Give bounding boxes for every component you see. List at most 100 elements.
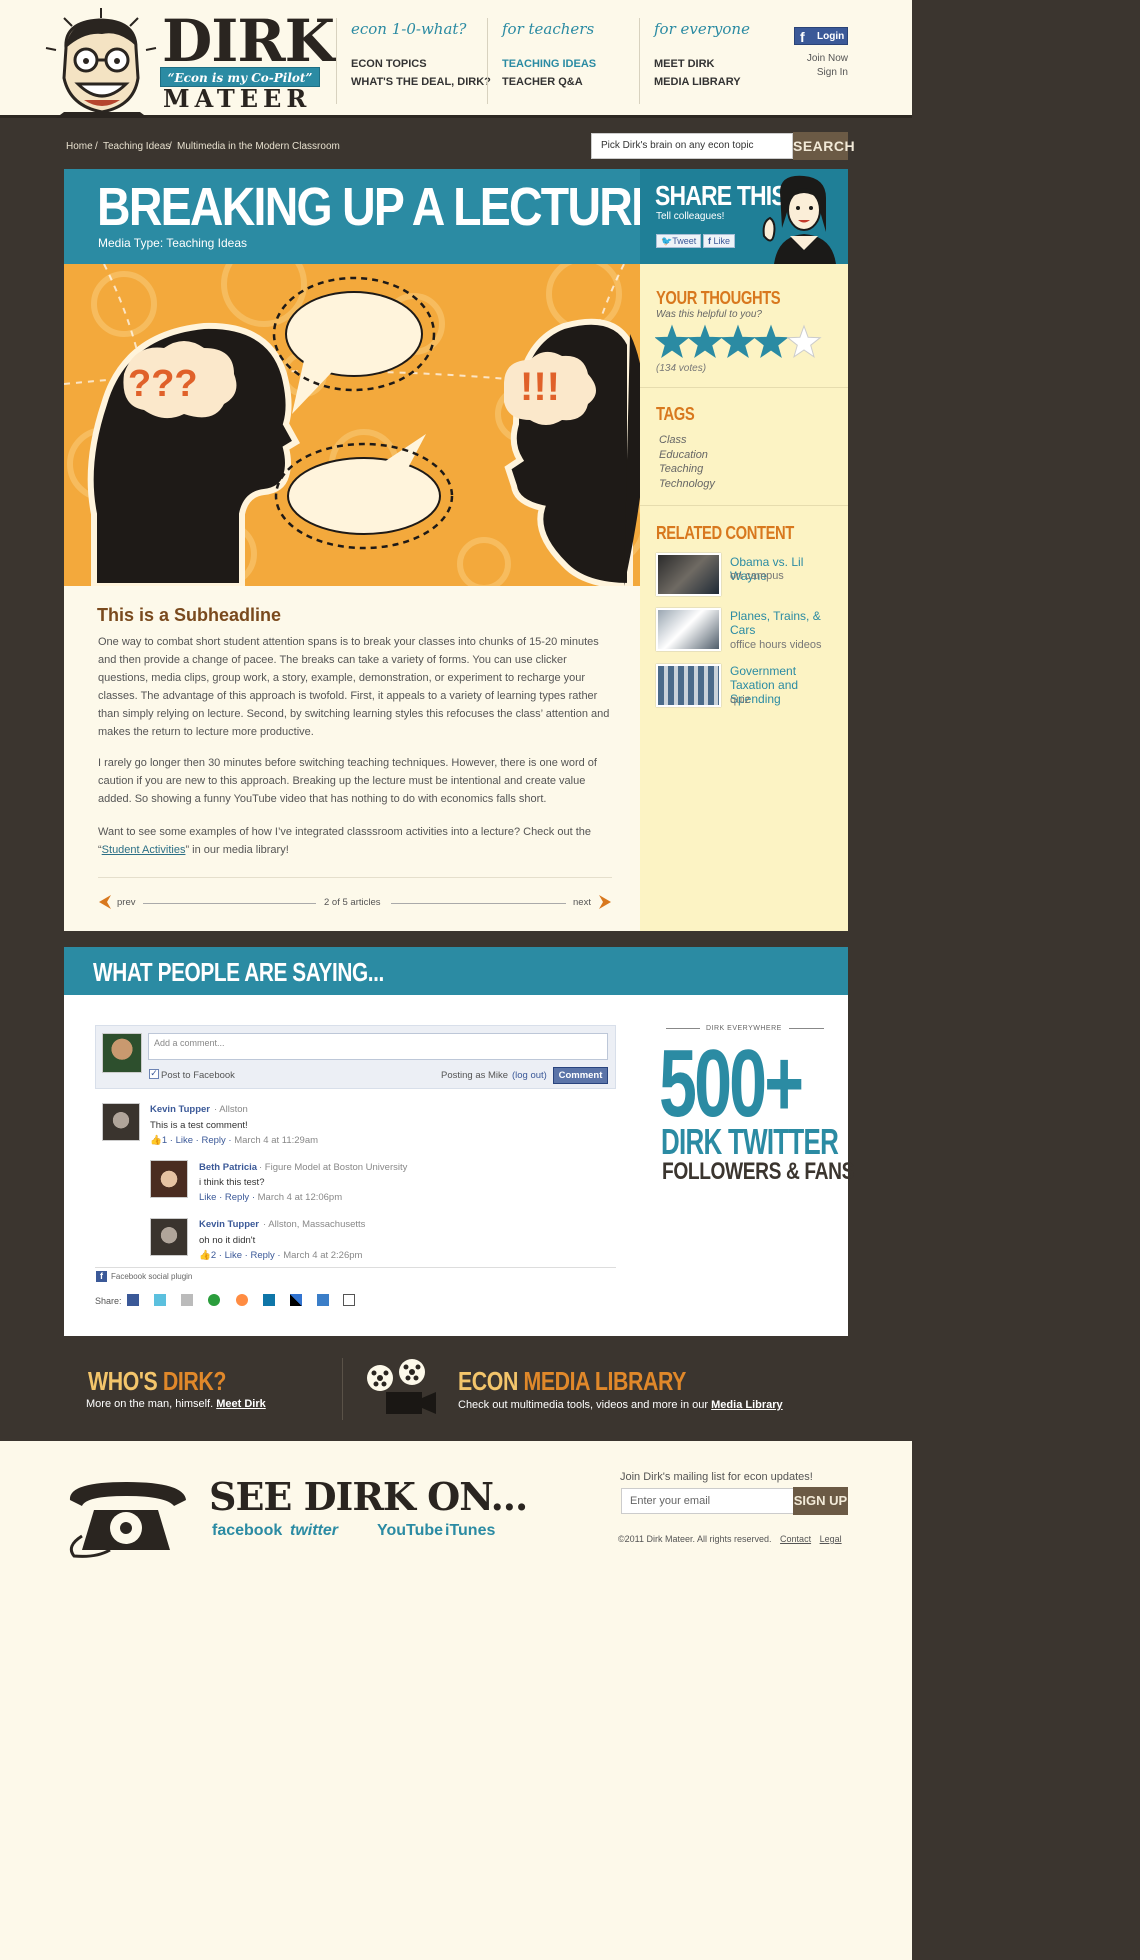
stars-svg[interactable] bbox=[654, 324, 825, 360]
nav-link-teacher-qa[interactable]: TEACHER Q&A bbox=[502, 73, 642, 91]
breadcrumb-separator: / bbox=[169, 141, 172, 152]
nav-link-meet-dirk[interactable]: MEET DIRK bbox=[654, 55, 794, 73]
tweet-button[interactable]: 🐦Tweet bbox=[656, 234, 702, 248]
related-thumbnail[interactable] bbox=[656, 553, 721, 596]
tag-technology[interactable]: Technology bbox=[659, 477, 715, 492]
arrow-left-icon[interactable] bbox=[99, 895, 113, 909]
tags-heading: TAGS bbox=[656, 404, 695, 424]
dirk-caricature-logo[interactable] bbox=[44, 8, 159, 118]
itunes-link[interactable]: iTunes bbox=[445, 1523, 495, 1539]
like-link[interactable]: Like bbox=[199, 1192, 216, 1203]
arrow-right-icon[interactable] bbox=[597, 895, 611, 909]
email-input[interactable]: Enter your email bbox=[621, 1488, 794, 1514]
email-share-icon[interactable] bbox=[343, 1294, 355, 1306]
media-library-link[interactable]: Media Library bbox=[711, 1399, 783, 1411]
tag-class[interactable]: Class bbox=[659, 433, 715, 448]
star-filled-icon[interactable] bbox=[753, 324, 789, 358]
star-rating[interactable] bbox=[654, 324, 825, 360]
comment-button[interactable]: Comment bbox=[553, 1067, 608, 1084]
like-link[interactable]: Like bbox=[176, 1135, 193, 1146]
related-thumbnail[interactable] bbox=[656, 664, 721, 707]
digg-share-icon[interactable] bbox=[181, 1294, 193, 1306]
star-empty-icon[interactable] bbox=[786, 324, 822, 358]
student-activities-link[interactable]: Student Activities bbox=[102, 844, 186, 856]
whos-dirk-heading[interactable]: WHO'S DIRK? bbox=[88, 1368, 226, 1394]
facebook-plugin-label[interactable]: Facebook social plugin bbox=[111, 1273, 192, 1281]
comment-input[interactable]: Add a comment... bbox=[148, 1033, 608, 1060]
hero-illustration: ??? !!! bbox=[64, 264, 640, 586]
star-filled-icon[interactable] bbox=[654, 324, 690, 358]
contact-link[interactable]: Contact bbox=[780, 1534, 811, 1544]
avatar bbox=[102, 1103, 140, 1141]
comment-author[interactable]: Kevin Tupper bbox=[199, 1220, 259, 1230]
pager-line bbox=[143, 903, 316, 904]
facebook-link[interactable]: facebook bbox=[212, 1523, 282, 1539]
sign-in-link[interactable]: Sign In bbox=[788, 66, 848, 80]
star-filled-icon[interactable] bbox=[720, 324, 756, 358]
related-content-heading: RELATED CONTENT bbox=[656, 523, 794, 543]
search-button[interactable]: SEARCH bbox=[793, 132, 855, 160]
like-count: 2 bbox=[210, 1250, 217, 1261]
related-subtitle: on campus bbox=[730, 570, 784, 582]
heading-part: DIRK? bbox=[162, 1366, 226, 1396]
nav-link-whats-the-deal[interactable]: WHAT'S THE DEAL, DIRK? bbox=[351, 73, 491, 91]
nav-link-teaching-ideas[interactable]: TEACHING IDEAS bbox=[502, 55, 642, 73]
comment-author[interactable]: Beth Patricia bbox=[199, 1163, 257, 1173]
post-to-facebook-checkbox[interactable]: ✓ bbox=[149, 1069, 159, 1079]
youtube-link[interactable]: YouTube bbox=[377, 1523, 443, 1539]
facebook-share-icon[interactable] bbox=[127, 1294, 139, 1306]
facebook-like-button[interactable]: f Like bbox=[703, 234, 736, 248]
nav-heading: for everyone bbox=[654, 20, 750, 38]
avatar bbox=[150, 1218, 188, 1256]
nav-link-econ-topics[interactable]: ECON TOPICS bbox=[351, 55, 491, 73]
twitter-share-icon[interactable] bbox=[154, 1294, 166, 1306]
econ-media-library-heading[interactable]: ECON MEDIA LIBRARY bbox=[458, 1368, 686, 1394]
dirk-twitter-label[interactable]: DIRK TWITTER bbox=[661, 1124, 839, 1160]
signup-button[interactable]: SIGN UP bbox=[793, 1487, 848, 1515]
meet-dirk-link[interactable]: Meet Dirk bbox=[216, 1398, 266, 1410]
legal-link[interactable]: Legal bbox=[820, 1534, 842, 1544]
tag-teaching[interactable]: Teaching bbox=[659, 462, 715, 477]
reply-link[interactable]: Reply bbox=[225, 1192, 249, 1203]
twitter-link[interactable]: twitter bbox=[290, 1523, 338, 1539]
comment-text: i think this test? bbox=[199, 1177, 265, 1188]
logo-wordmark-dirk[interactable]: DIRK bbox=[162, 12, 335, 70]
share-subtitle: Tell colleagues! bbox=[656, 211, 725, 222]
star-filled-icon[interactable] bbox=[687, 324, 723, 358]
article-paragraph: One way to combat short student attentio… bbox=[98, 636, 610, 738]
delicious-share-icon[interactable] bbox=[290, 1294, 302, 1306]
reply-link[interactable]: Reply bbox=[201, 1135, 225, 1146]
breadcrumb-separator: / bbox=[95, 141, 98, 152]
nav-heading: for teachers bbox=[502, 20, 595, 38]
breadcrumb-teaching-ideas[interactable]: Teaching Ideas bbox=[103, 141, 170, 153]
tag-education[interactable]: Education bbox=[659, 448, 715, 463]
reply-link[interactable]: Reply bbox=[250, 1250, 274, 1261]
comment-meta: · Figure Model at Boston University bbox=[259, 1162, 408, 1173]
related-link-planes-trains-cars[interactable]: Planes, Trains, & Cars bbox=[730, 609, 840, 637]
prev-link[interactable]: prev bbox=[117, 898, 135, 908]
comment-actions: 👍1 · Like · Reply · March 4 at 11:29am bbox=[150, 1135, 319, 1146]
heading-part: WHO'S bbox=[88, 1366, 158, 1396]
thumbs-up-icon: 👍 bbox=[199, 1250, 211, 1261]
comment-author[interactable]: Kevin Tupper bbox=[150, 1105, 210, 1115]
reddit-share-icon[interactable] bbox=[236, 1294, 248, 1306]
your-thoughts-heading: YOUR THOUGHTS bbox=[656, 288, 781, 308]
breadcrumb-home[interactable]: Home bbox=[66, 141, 93, 153]
facebook-login-button[interactable]: f Login bbox=[794, 27, 848, 45]
related-subtitle: quiz bbox=[730, 694, 751, 706]
stumbleupon-share-icon[interactable] bbox=[208, 1294, 220, 1306]
like-link[interactable]: Like bbox=[225, 1250, 242, 1261]
comments-title: WHAT PEOPLE ARE SAYING... bbox=[93, 957, 384, 987]
related-thumbnail[interactable] bbox=[656, 608, 721, 651]
nav-link-media-library[interactable]: MEDIA LIBRARY bbox=[654, 73, 794, 91]
paragraph-text: ” in our media library! bbox=[185, 844, 289, 856]
join-now-link[interactable]: Join Now bbox=[788, 52, 848, 66]
logout-link[interactable]: (log out) bbox=[512, 1071, 547, 1081]
comment-time: March 4 at 11:29am bbox=[234, 1135, 319, 1146]
logo-wordmark-mateer[interactable]: MATEER bbox=[163, 87, 311, 111]
followers-count: 500+ bbox=[659, 1030, 804, 1137]
next-link[interactable]: next bbox=[573, 898, 591, 908]
myspace-share-icon[interactable] bbox=[317, 1294, 329, 1306]
search-input[interactable]: Pick Dirk's brain on any econ topic bbox=[591, 133, 793, 159]
linkedin-share-icon[interactable] bbox=[263, 1294, 275, 1306]
